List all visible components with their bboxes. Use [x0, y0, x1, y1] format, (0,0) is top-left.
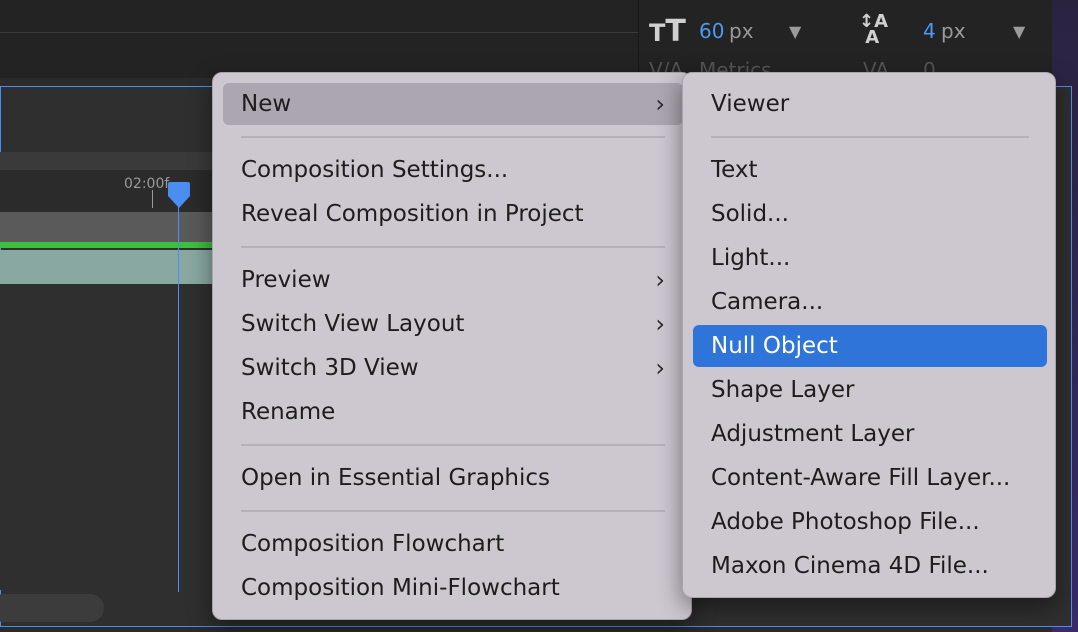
menu-separator — [711, 136, 1029, 138]
font-size-icon: TT — [649, 14, 686, 49]
leading-value[interactable]: 4 — [923, 19, 936, 43]
menu-separator — [241, 444, 665, 446]
chevron-right-icon: › — [655, 354, 665, 382]
menu-item-label: Content-Aware Fill Layer... — [711, 465, 1011, 491]
playhead-line[interactable] — [178, 186, 179, 592]
menu-item-label: Switch View Layout — [241, 311, 465, 337]
menu-item-composition-flowchart[interactable]: Composition Flowchart — [223, 523, 683, 565]
submenu-item-solid[interactable]: Solid... — [693, 193, 1047, 235]
submenu-item-light[interactable]: Light... — [693, 237, 1047, 279]
menu-item-label: Viewer — [711, 91, 790, 117]
menu-item-new[interactable]: New › — [223, 83, 683, 125]
menu-item-label: Composition Settings... — [241, 157, 509, 183]
menu-item-switch-view-layout[interactable]: Switch View Layout › — [223, 303, 683, 345]
menu-item-label: Open in Essential Graphics — [241, 465, 551, 491]
chevron-right-icon: › — [655, 310, 665, 338]
dropdown-arrow-icon[interactable]: ▼ — [1013, 22, 1025, 41]
menu-item-composition-mini-flowchart[interactable]: Composition Mini-Flowchart — [223, 567, 683, 609]
submenu-item-viewer[interactable]: Viewer — [693, 83, 1047, 125]
menu-item-composition-settings[interactable]: Composition Settings... — [223, 149, 683, 191]
menu-item-label: Camera... — [711, 289, 824, 315]
layer-bar[interactable] — [0, 212, 230, 242]
menu-item-label: Reveal Composition in Project — [241, 201, 584, 227]
menu-item-rename[interactable]: Rename — [223, 391, 683, 433]
leading-unit: px — [941, 19, 966, 43]
menu-item-label: Composition Flowchart — [241, 531, 505, 557]
menu-item-label: New — [241, 91, 292, 117]
layer-track[interactable] — [0, 250, 230, 284]
menu-separator — [241, 136, 665, 138]
menu-item-label: Switch 3D View — [241, 355, 419, 381]
new-submenu: Viewer Text Solid... Light... Camera... … — [682, 72, 1056, 598]
timeline-track-area — [0, 284, 230, 590]
menu-item-reveal-composition[interactable]: Reveal Composition in Project — [223, 193, 683, 235]
menu-item-label: Adjustment Layer — [711, 421, 915, 447]
dropdown-arrow-icon[interactable]: ▼ — [789, 22, 801, 41]
submenu-item-content-aware-fill[interactable]: Content-Aware Fill Layer... — [693, 457, 1047, 499]
timeline-scrollbar[interactable] — [0, 594, 104, 622]
context-menu: New › Composition Settings... Reveal Com… — [212, 72, 692, 620]
menu-item-label: Adobe Photoshop File... — [711, 509, 980, 535]
menu-item-label: Null Object — [711, 333, 838, 359]
submenu-item-shape-layer[interactable]: Shape Layer — [693, 369, 1047, 411]
menu-item-label: Text — [711, 157, 758, 183]
menu-item-label: Light... — [711, 245, 791, 271]
menu-item-label: Shape Layer — [711, 377, 855, 403]
font-size-unit: px — [729, 19, 754, 43]
chevron-right-icon: › — [655, 90, 665, 118]
submenu-item-text[interactable]: Text — [693, 149, 1047, 191]
time-ruler[interactable] — [0, 152, 230, 212]
submenu-item-null-object[interactable]: Null Object — [693, 325, 1047, 367]
menu-separator — [241, 510, 665, 512]
menu-item-open-essential-graphics[interactable]: Open in Essential Graphics — [223, 457, 683, 499]
menu-separator — [241, 246, 665, 248]
top-panel — [0, 0, 638, 78]
chevron-right-icon: › — [655, 266, 665, 294]
ruler-tick — [152, 190, 153, 208]
menu-item-switch-3d-view[interactable]: Switch 3D View › — [223, 347, 683, 389]
menu-item-label: Solid... — [711, 201, 789, 227]
submenu-item-camera[interactable]: Camera... — [693, 281, 1047, 323]
menu-item-label: Maxon Cinema 4D File... — [711, 553, 989, 579]
submenu-item-adjustment-layer[interactable]: Adjustment Layer — [693, 413, 1047, 455]
font-size-value[interactable]: 60 — [699, 19, 724, 43]
menu-item-label: Composition Mini-Flowchart — [241, 575, 560, 601]
submenu-item-cinema4d-file[interactable]: Maxon Cinema 4D File... — [693, 545, 1047, 587]
menu-item-preview[interactable]: Preview › — [223, 259, 683, 301]
work-area-bar[interactable] — [0, 242, 230, 248]
time-ruler-label: 02:00f — [124, 176, 170, 192]
leading-icon: ↕A A — [859, 11, 889, 48]
menu-item-label: Preview — [241, 267, 331, 293]
submenu-item-photoshop-file[interactable]: Adobe Photoshop File... — [693, 501, 1047, 543]
menu-item-label: Rename — [241, 399, 336, 425]
